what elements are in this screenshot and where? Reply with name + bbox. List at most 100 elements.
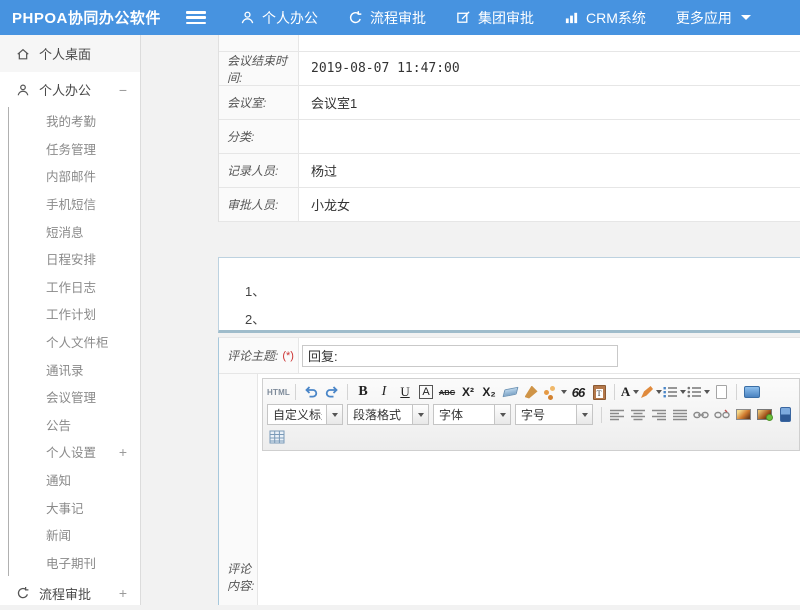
bold-button[interactable]: B (353, 382, 373, 402)
align-justify-button[interactable] (670, 405, 690, 425)
menu-icon[interactable] (186, 11, 206, 24)
field-label: 评论内容: (219, 374, 258, 605)
content-line: 2、 (245, 306, 800, 334)
sidebar-item-schedule[interactable]: 日程安排 (9, 245, 140, 273)
comment-content-row: 评论内容: HTML (219, 374, 800, 605)
table-row-category: 分类: (219, 120, 800, 154)
caret-down-icon (418, 413, 424, 417)
caret-down-icon (500, 413, 506, 417)
align-left-button[interactable] (607, 405, 627, 425)
sidebar-item-announcement[interactable]: 公告 (9, 411, 140, 439)
sidebar-item-personal-settings[interactable]: 个人设置 + (9, 438, 140, 466)
strikethrough-button[interactable]: ABC (437, 382, 457, 402)
sidebar-item-internal-mail[interactable]: 内部邮件 (9, 162, 140, 190)
custom-heading-select[interactable]: 自定义标题 (267, 404, 343, 425)
field-label: 会议结束时间: (219, 52, 299, 85)
blockquote-button[interactable]: 66 (568, 382, 588, 402)
undo-button[interactable] (301, 382, 321, 402)
table-row-meeting-room: 会议室: 会议室1 (219, 86, 800, 120)
home-icon (16, 47, 30, 61)
paste-button[interactable] (589, 382, 609, 402)
font-color-button[interactable]: A (620, 382, 640, 402)
eraser-button[interactable] (500, 382, 520, 402)
editor-content-area[interactable] (262, 451, 800, 605)
remove-link-button[interactable] (712, 405, 732, 425)
sidebar-item-news[interactable]: 新闻 (9, 521, 140, 549)
sidebar-item-short-message[interactable]: 短消息 (9, 217, 140, 245)
underline-button[interactable]: U (395, 382, 415, 402)
sidebar-item-file-cabinet[interactable]: 个人文件柜 (9, 328, 140, 356)
top-navigation-bar: PHPOA协同办公软件 个人办公 流程审批 集团审批 CRM系统 更多应用 (0, 0, 800, 35)
sidebar-item-meeting-management[interactable]: 会议管理 (9, 383, 140, 411)
highlight-color-button[interactable] (641, 382, 662, 402)
nav-crm-system[interactable]: CRM系统 (564, 8, 646, 28)
collapse-minus-icon[interactable]: − (119, 83, 127, 97)
nav-label: 个人办公 (262, 8, 318, 28)
align-center-button[interactable] (628, 405, 648, 425)
required-mark: (*) (282, 350, 294, 362)
field-value: 会议室1 (299, 86, 800, 119)
sparkle-icon (544, 390, 549, 395)
html-source-button[interactable]: HTML (267, 382, 290, 402)
insert-image-button[interactable] (733, 405, 753, 425)
italic-button[interactable]: I (374, 382, 394, 402)
sidebar-item-personal-office[interactable]: 个人办公 − (0, 72, 140, 107)
image-manager-button[interactable] (754, 405, 774, 425)
caret-down-icon (561, 390, 567, 394)
field-label: 分类: (219, 120, 299, 153)
field-value: 杨过 (299, 154, 800, 187)
table-row-recorder: 记录人员: 杨过 (219, 154, 800, 188)
nav-personal-office[interactable]: 个人办公 (240, 8, 318, 28)
field-label: 评论主题: (227, 347, 278, 364)
sidebar-item-notice[interactable]: 通知 (9, 466, 140, 494)
sidebar-item-contacts[interactable]: 通讯录 (9, 355, 140, 383)
field-label: 会议室: (219, 86, 299, 119)
toolbar-row-1: HTML B I U (266, 381, 796, 403)
user-icon (240, 10, 255, 25)
format-brush-button[interactable] (521, 382, 541, 402)
preview-button[interactable] (742, 382, 762, 402)
redo-button[interactable] (322, 382, 342, 402)
paragraph-format-select[interactable]: 段落格式 (347, 404, 429, 425)
ordered-list-button[interactable] (663, 382, 686, 402)
sidebar-item-desktop[interactable]: 个人桌面 (0, 35, 140, 72)
insert-media-button[interactable] (775, 405, 795, 425)
sidebar-item-work-log[interactable]: 工作日志 (9, 273, 140, 301)
sidebar-item-work-plan[interactable]: 工作计划 (9, 300, 140, 328)
superscript-button[interactable]: X² (458, 382, 478, 402)
expand-plus-icon[interactable]: + (119, 586, 127, 600)
caret-down-icon (704, 390, 710, 394)
blank-page-icon (716, 385, 727, 399)
sidebar-item-sms[interactable]: 手机短信 (9, 190, 140, 218)
comment-subject-row: 评论主题: (*) (219, 338, 800, 374)
align-right-button[interactable] (649, 405, 669, 425)
field-value (299, 120, 800, 153)
caret-down-icon (633, 390, 639, 394)
table-row (219, 35, 800, 52)
comment-subject-input[interactable] (302, 345, 618, 367)
sidebar-item-task-management[interactable]: 任务管理 (9, 135, 140, 163)
new-document-button[interactable] (711, 382, 731, 402)
nav-more-apps[interactable]: 更多应用 (676, 8, 751, 28)
font-size-select[interactable]: 字号 (515, 404, 593, 425)
subscript-button[interactable]: X₂ (479, 382, 499, 402)
app-logo: PHPOA协同办公软件 (0, 7, 186, 28)
comment-form-table: 评论主题: (*) 评论内容: HTML (218, 337, 800, 605)
insert-link-button[interactable] (691, 405, 711, 425)
nav-group-approval[interactable]: 集团审批 (456, 8, 534, 28)
nav-workflow-approval[interactable]: 流程审批 (348, 8, 426, 28)
nav-label: 集团审批 (478, 8, 534, 28)
cycle-icon (16, 586, 30, 600)
expand-plus-icon[interactable]: + (119, 445, 127, 459)
unordered-list-button[interactable] (687, 382, 710, 402)
font-border-button[interactable]: A (419, 385, 432, 399)
caret-down-icon (332, 413, 338, 417)
clipboard-icon (593, 385, 606, 400)
insert-table-button[interactable] (267, 427, 287, 447)
auto-typeset-button[interactable] (542, 382, 567, 402)
font-family-select[interactable]: 字体 (433, 404, 511, 425)
media-icon (780, 407, 791, 422)
sidebar-item-attendance[interactable]: 我的考勤 (9, 107, 140, 135)
sidebar-item-major-events[interactable]: 大事记 (9, 493, 140, 521)
sidebar-item-e-journal[interactable]: 电子期刊 (9, 549, 140, 577)
